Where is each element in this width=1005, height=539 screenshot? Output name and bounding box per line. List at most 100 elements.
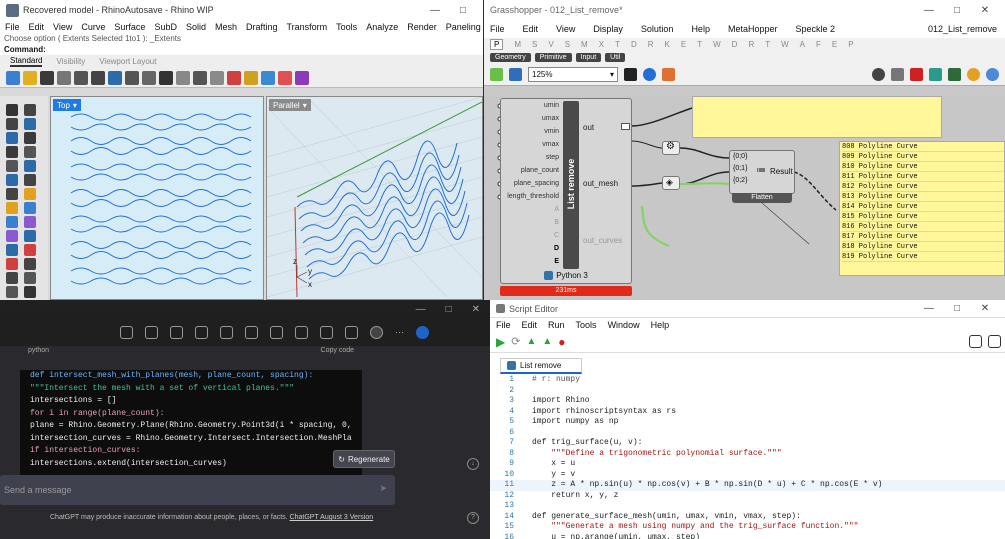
input-vmin[interactable]: vmin	[501, 128, 559, 135]
menu-item-surface[interactable]: Surface	[114, 22, 145, 32]
bake-icon[interactable]	[967, 68, 980, 81]
favorites-icon[interactable]	[295, 325, 308, 339]
step-over-icon[interactable]: ▲	[542, 336, 552, 347]
gh-tab-9[interactable]: R	[648, 40, 654, 49]
se-menu-file[interactable]: File	[496, 320, 511, 330]
menu-item-curve[interactable]: Curve	[81, 22, 105, 32]
menu-item-paneling-tools[interactable]: Paneling Tools	[446, 22, 483, 32]
input-E[interactable]: E	[501, 258, 559, 265]
wireframe-icon[interactable]	[891, 68, 904, 81]
gh-tab-18[interactable]: A	[800, 40, 805, 49]
lights-icon[interactable]	[227, 70, 241, 85]
flatten-component[interactable]: {0;0} {0;1} {0;2} ≔ Result	[729, 150, 795, 194]
command-prompt[interactable]: Command:	[0, 44, 483, 55]
read-aloud-icon[interactable]	[145, 325, 158, 339]
viewport-top[interactable]: Top ▾	[50, 96, 264, 300]
selected-preview-icon[interactable]	[948, 68, 961, 81]
gh-tab-16[interactable]: T	[765, 40, 770, 49]
viewport-top-label[interactable]: Top ▾	[53, 99, 81, 111]
tool-2-icon[interactable]	[6, 118, 18, 130]
tab-list-remove[interactable]: List remove	[500, 358, 582, 374]
gh-menu-solution[interactable]: Solution	[641, 24, 674, 34]
tool-27-icon[interactable]	[24, 286, 36, 298]
gh-tab-4[interactable]: S	[565, 40, 570, 49]
more-icon[interactable]: ⋯	[395, 327, 404, 338]
gh-tab-20[interactable]: E	[832, 40, 837, 49]
gh-tab-15[interactable]: R	[748, 40, 754, 49]
gh-tab-12[interactable]: T	[697, 40, 702, 49]
menu-item-file[interactable]: File	[5, 22, 20, 32]
flatten-input-1[interactable]: {0;1}	[733, 165, 747, 172]
save-icon[interactable]	[40, 70, 54, 85]
rotate-icon[interactable]	[142, 70, 156, 85]
gh-canvas[interactable]: umin umax vmin vmax step plane_count plane_spa…	[484, 96, 1005, 300]
tool-12-icon[interactable]	[6, 188, 18, 200]
properties-icon[interactable]	[295, 70, 309, 85]
panel-toggle-icon[interactable]	[969, 335, 982, 348]
tool-6-icon[interactable]	[6, 146, 18, 158]
gh-tab-2[interactable]: S	[532, 40, 537, 49]
zoom-icon[interactable]	[170, 325, 183, 339]
maximize-button[interactable]: □	[943, 5, 971, 16]
minimize-button[interactable]: —	[915, 5, 943, 16]
close-button[interactable]: ✕	[971, 303, 999, 314]
input-vmax[interactable]: vmax	[501, 141, 559, 148]
input-umax[interactable]: umax	[501, 115, 559, 122]
gh-tab-19[interactable]: F	[816, 40, 821, 49]
menu-item-tools[interactable]: Tools	[336, 22, 357, 32]
menu-item-drafting[interactable]: Drafting	[246, 22, 278, 32]
flatten-input-0[interactable]: {0;0}	[733, 153, 747, 160]
scroll-down-icon[interactable]: ↓	[467, 458, 479, 470]
zoom-selected-icon[interactable]	[210, 70, 224, 85]
zoom-extents-icon[interactable]	[193, 70, 207, 85]
gh-tab-21[interactable]: P	[848, 40, 853, 49]
zoom-icon[interactable]	[159, 70, 173, 85]
display-mode-icon[interactable]	[929, 68, 942, 81]
open-icon[interactable]	[23, 70, 37, 85]
gh-menu-display[interactable]: Display	[593, 24, 623, 34]
gh-menu-speckle-2[interactable]: Speckle 2	[795, 24, 835, 34]
zoom-select[interactable]: 125% ▾	[528, 67, 618, 82]
gear-component[interactable]: ⚙	[662, 141, 680, 155]
tab-visibility[interactable]: Visibility	[56, 57, 85, 66]
gh-tab-13[interactable]: W	[713, 40, 721, 49]
input-D[interactable]: D	[501, 245, 559, 252]
python-component[interactable]: umin umax vmin vmax step plane_count plane_spa…	[500, 98, 632, 284]
input-plane-count[interactable]: plane_count	[501, 167, 559, 174]
tool-11-icon[interactable]	[24, 174, 36, 186]
favorite-icon[interactable]	[195, 325, 208, 339]
flatten-input-2[interactable]: {0;2}	[733, 177, 747, 184]
input-length-threshold[interactable]: length_threshold	[501, 193, 559, 200]
gh-menu-help[interactable]: Help	[691, 24, 710, 34]
menu-item-mesh[interactable]: Mesh	[215, 22, 237, 32]
mesh-component[interactable]: ◈	[662, 176, 680, 190]
sketch-icon[interactable]	[624, 68, 637, 81]
print-icon[interactable]	[57, 70, 71, 85]
se-menu-help[interactable]: Help	[651, 320, 670, 330]
layers-icon[interactable]	[261, 70, 275, 85]
flatten-output[interactable]: Result	[770, 167, 793, 176]
input-C[interactable]: C	[501, 232, 559, 239]
gh-menu-metahopper[interactable]: MetaHopper	[728, 24, 778, 34]
tool-5-icon[interactable]	[24, 132, 36, 144]
tool-17-icon[interactable]	[24, 216, 36, 228]
tool-10-icon[interactable]	[6, 174, 18, 186]
maximize-button[interactable]: □	[943, 303, 971, 314]
minimize-button[interactable]: —	[416, 304, 426, 315]
regenerate-button[interactable]: ↻ Regenerate	[333, 450, 395, 468]
menu-item-subd[interactable]: SubD	[154, 22, 177, 32]
maximize-button[interactable]: □	[446, 304, 452, 315]
viewport-parallel[interactable]: Parallel ▾ z y x	[266, 96, 483, 300]
preview-off-icon[interactable]	[872, 68, 885, 81]
minimize-button[interactable]: —	[915, 303, 943, 314]
gh-tab-17[interactable]: W	[781, 40, 789, 49]
extensions-icon[interactable]	[245, 325, 258, 339]
input-step[interactable]: step	[501, 154, 559, 161]
menu-item-edit[interactable]: Edit	[29, 22, 45, 32]
tool-23-icon[interactable]	[24, 258, 36, 270]
tool-0-icon[interactable]	[6, 104, 18, 116]
panel-layout-icon[interactable]	[988, 335, 1001, 348]
tool-22-icon[interactable]	[6, 258, 18, 270]
zoom-window-icon[interactable]	[176, 70, 190, 85]
gh-tab-1[interactable]: M	[514, 40, 521, 49]
